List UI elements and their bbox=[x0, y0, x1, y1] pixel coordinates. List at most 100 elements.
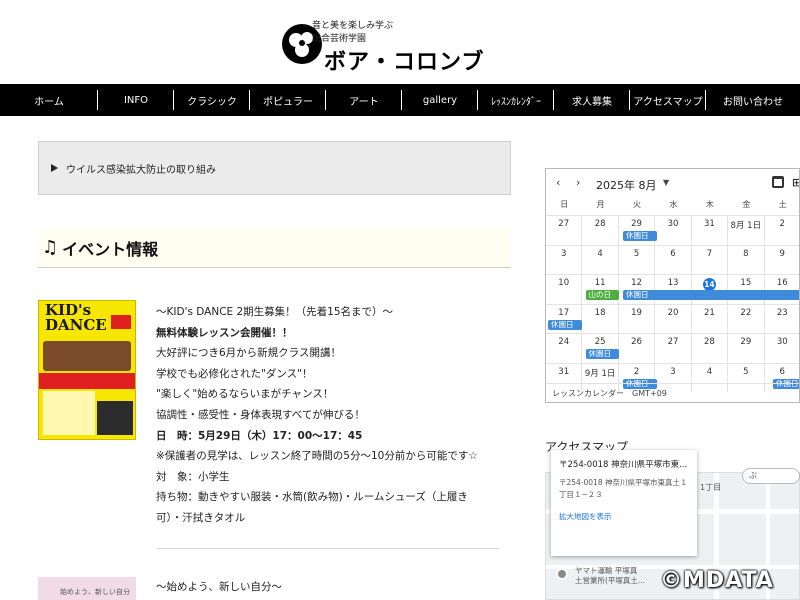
flyer-details bbox=[43, 391, 95, 435]
prev-month-button[interactable]: ‹ bbox=[556, 176, 560, 189]
calendar-day-number: 7 bbox=[706, 248, 713, 259]
view-larger-map-link[interactable]: 拡大地図を表示 bbox=[559, 511, 689, 522]
calendar-day[interactable]: 7 bbox=[692, 245, 729, 274]
nav-item-8[interactable]: アクセスマップ bbox=[630, 84, 706, 116]
calendar-day[interactable]: 22 bbox=[728, 304, 765, 333]
event-2-title: 〜始めよう、新しい自分〜 bbox=[156, 581, 282, 593]
calendar-day[interactable]: 27 bbox=[546, 216, 583, 245]
calendar-day[interactable]: 6 bbox=[655, 245, 692, 274]
logo-name: ボア・コロンブ bbox=[324, 50, 485, 75]
calendar-day[interactable]: 2 bbox=[765, 216, 799, 245]
calendar-view-icon[interactable] bbox=[772, 176, 784, 188]
nav-item-2[interactable]: クラシック bbox=[174, 84, 250, 116]
calendar-event[interactable]: 山の日 bbox=[585, 290, 619, 300]
weekday-label: 土 bbox=[778, 200, 787, 209]
nav-item-label: 求人募集 bbox=[572, 96, 612, 108]
calendar-day[interactable]: 24 bbox=[546, 334, 583, 363]
weekday-label: 水 bbox=[669, 200, 678, 209]
calendar-day[interactable]: 8月 1日 bbox=[728, 216, 765, 245]
site-header: 音と美を楽しみ学ぶ 総合芸術学園 ボア・コロンブ bbox=[0, 0, 800, 84]
event-line: 学校でも必修化された"ダンス"！ bbox=[156, 367, 313, 380]
disclosure-triangle-icon bbox=[51, 164, 58, 172]
map-chip[interactable]: ぶ bbox=[742, 468, 800, 484]
calendar-day-number: 8月 1日 bbox=[730, 221, 762, 231]
nav-item-4[interactable]: アート bbox=[326, 84, 402, 116]
map-card-title: 〒254-0018 神奈川県平塚市東... bbox=[559, 460, 688, 470]
calendar-day[interactable]: 30 bbox=[765, 334, 799, 363]
kids-dance-flyer-image[interactable]: KID's DANCE bbox=[38, 300, 136, 440]
calendar-day[interactable]: 29 bbox=[728, 334, 765, 363]
calendar-day[interactable]: 30 bbox=[655, 216, 692, 245]
calendar-day[interactable]: 9 bbox=[765, 246, 799, 275]
calendar-day[interactable]: 28 bbox=[692, 334, 729, 363]
calendar-day-number: 29 bbox=[740, 337, 752, 347]
map-card-address: 〒254-0018 神奈川県平塚市東真土１ 丁目１−２３ bbox=[559, 477, 689, 501]
calendar-day-number: 25 bbox=[594, 337, 606, 347]
calendar-day[interactable]: 31 bbox=[692, 216, 729, 245]
calendar-day[interactable]: 20 bbox=[655, 304, 692, 333]
calendar-day-number: 15 bbox=[740, 278, 752, 288]
weekday-label: 日 bbox=[560, 200, 569, 209]
map-info-card: 〒254-0018 神奈川県平塚市東... 〒254-0018 神奈川県平塚市東… bbox=[551, 450, 697, 556]
calendar-day-number: 5 bbox=[633, 248, 640, 259]
map-pin-label-line2: 土営業所(平塚真土... bbox=[575, 576, 646, 585]
grid-view-icon[interactable]: ⊞ bbox=[792, 176, 799, 189]
map-pin-icon[interactable] bbox=[556, 568, 568, 580]
calendar-day[interactable]: 8 bbox=[728, 245, 765, 274]
calendar-footer: レッスンカレンダー GMT+09 bbox=[546, 383, 799, 402]
calendar-week-row: 27 28 29 30 31 8月 1日 2 休園日 bbox=[546, 215, 799, 245]
calendar-day[interactable]: 27 bbox=[655, 334, 692, 363]
nav-item-6[interactable]: ﾚｯｽﾝｶﾚﾝﾀﾞｰ bbox=[478, 84, 554, 116]
map-card-address-line2: 丁目１−２３ bbox=[559, 490, 603, 499]
calendar-day-number: 12 bbox=[631, 278, 642, 288]
calendar-day-number: 3 bbox=[561, 248, 567, 259]
calendar-event[interactable]: 休園日 bbox=[548, 319, 582, 330]
flyer-group-photo bbox=[43, 341, 131, 371]
calendar-day[interactable]: 10 bbox=[546, 275, 583, 304]
map-card-address-line1: 〒254-0018 神奈川県平塚市東真土１ bbox=[559, 478, 688, 487]
nav-item-7[interactable]: 求人募集 bbox=[554, 84, 630, 116]
calendar-day-number: 20 bbox=[667, 307, 679, 318]
calendar-day-number: 28 bbox=[703, 337, 715, 347]
calendar-month-label[interactable]: 2025年 8月 bbox=[596, 177, 657, 193]
nav-item-label: ﾚｯｽﾝｶﾚﾝﾀﾞｰ bbox=[491, 96, 541, 108]
calendar-day[interactable]: 5 bbox=[619, 245, 656, 274]
calendar-event[interactable]: 休園日 bbox=[623, 290, 799, 300]
next-month-button[interactable]: › bbox=[576, 176, 580, 189]
month-dropdown-icon[interactable]: ▼ bbox=[663, 178, 669, 187]
new-self-flyer-image[interactable]: 始めよう、新しい自分 bbox=[38, 577, 136, 600]
calendar-day[interactable]: 3 bbox=[546, 245, 583, 274]
calendar-day[interactable]: 21 bbox=[692, 304, 729, 333]
calendar-day[interactable]: 23 bbox=[765, 305, 799, 334]
nav-item-0[interactable]: ホーム bbox=[0, 84, 98, 116]
calendar-day-number: 23 bbox=[776, 307, 788, 318]
calendar-day-number: 4 bbox=[597, 248, 603, 259]
lesson-calendar-widget: ‹ › 2025年 8月 ▼ ⊞ 日月火水木金土 27282930318月 1日… bbox=[545, 168, 800, 403]
nav-item-3[interactable]: ポピュラー bbox=[250, 84, 326, 116]
nav-item-5[interactable]: gallery bbox=[402, 84, 478, 116]
calendar-event[interactable]: 休園日 bbox=[585, 349, 619, 359]
calendar-day[interactable]: 28 bbox=[582, 216, 619, 245]
covid-notice-toggle[interactable]: ウイルス感染拡大防止の取り組み bbox=[38, 141, 511, 195]
site-logo[interactable]: 音と美を楽しみ学ぶ 総合芸術学園 ボア・コロンブ bbox=[280, 18, 530, 75]
calendar-day-number: 30 bbox=[667, 219, 679, 229]
calendar-day-number: 27 bbox=[667, 337, 679, 347]
nav-item-1[interactable]: INFO bbox=[98, 84, 174, 116]
calendar-week-row: 3 4 5 6 7 8 9 bbox=[546, 244, 799, 275]
calendar-day[interactable]: 4 bbox=[582, 245, 619, 274]
calendar-event[interactable]: 休園日 bbox=[623, 231, 657, 241]
calendar-day-number: 13 bbox=[667, 278, 679, 288]
weekday-label: 火 bbox=[633, 200, 642, 209]
calendar-toolbar: ‹ › 2025年 8月 ▼ ⊞ bbox=[546, 169, 799, 199]
flyer-red-band bbox=[39, 373, 135, 389]
calendar-week-row: 10 11 12 13 14 15 16 山の日 休園日 bbox=[546, 274, 799, 304]
calendar-day-number: 31 bbox=[558, 366, 570, 377]
calendar-day-number: 21 bbox=[703, 307, 715, 318]
main-nav: ホーム INFO クラシック ポピュラー アート gallery ﾚｯｽﾝｶﾚﾝﾀﾞｰ 求人募… bbox=[0, 84, 800, 116]
nav-item-9[interactable]: お問い合わせ bbox=[706, 84, 800, 116]
calendar-day[interactable]: 26 bbox=[619, 334, 656, 363]
calendar-day[interactable]: 19 bbox=[619, 304, 656, 333]
nav-item-label: アクセスマップ bbox=[633, 96, 703, 108]
calendar-day[interactable]: 18 bbox=[582, 304, 619, 333]
flyer-title-line2: DANCE bbox=[45, 316, 107, 334]
